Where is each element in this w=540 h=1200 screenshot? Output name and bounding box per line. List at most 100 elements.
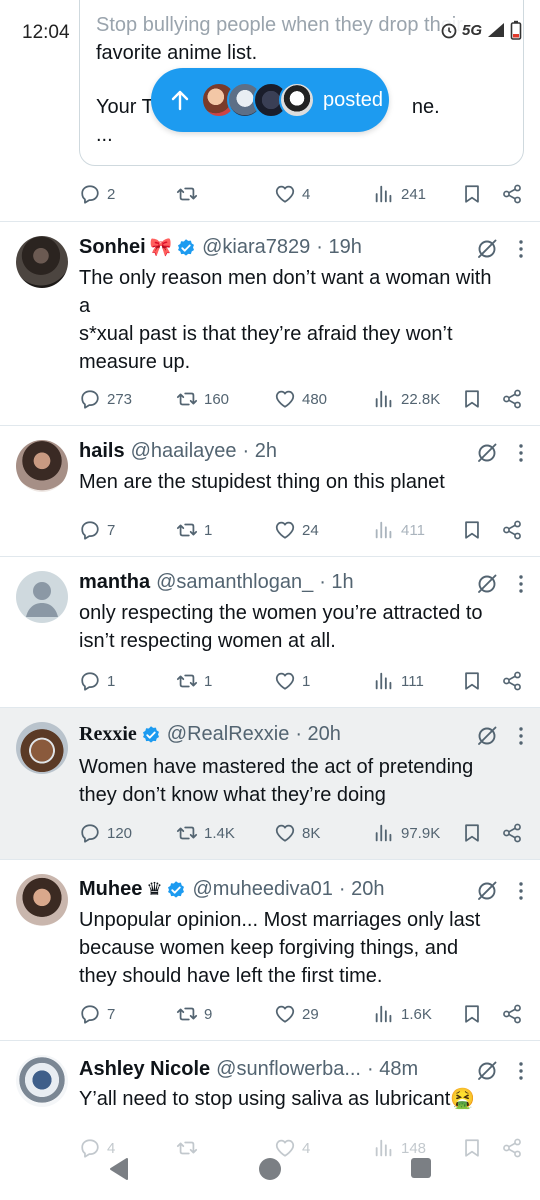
- home-icon[interactable]: [257, 1156, 283, 1182]
- avatar[interactable]: [16, 440, 68, 492]
- bookmark-button[interactable]: [461, 519, 501, 541]
- timestamp: · 48m: [367, 1058, 419, 1080]
- views-button[interactable]: 1.6K: [373, 1003, 461, 1025]
- bookmark-icon: [465, 672, 479, 690]
- more-icon[interactable]: [518, 443, 524, 463]
- grok-icon[interactable]: [476, 442, 498, 464]
- handle: @muheediva01: [192, 878, 333, 900]
- tweet[interactable]: Ashley Nicole @sunflowerba... · 48m Y’al…: [0, 1041, 540, 1138]
- views-button[interactable]: 111: [373, 670, 461, 692]
- like-button[interactable]: 480: [274, 388, 373, 410]
- more-icon[interactable]: [518, 574, 524, 594]
- reply-button[interactable]: 2: [79, 183, 176, 205]
- like-button[interactable]: 1: [274, 670, 373, 692]
- share-button[interactable]: [501, 388, 523, 410]
- avatar[interactable]: [16, 236, 68, 288]
- tweet-header: Sonhei 🎀 @kiara7829 · 19h: [79, 236, 362, 259]
- more-icon[interactable]: [518, 239, 524, 259]
- repost-icon: [176, 187, 198, 201]
- bookmark-button[interactable]: [461, 822, 501, 844]
- more-icon[interactable]: [518, 1061, 524, 1081]
- recents-icon[interactable]: [409, 1156, 433, 1180]
- repost-button[interactable]: 160: [176, 388, 274, 410]
- status-time: 12:04: [20, 22, 72, 44]
- verified-badge-icon: [178, 238, 195, 256]
- tweet-actions: 1 1 1 111: [79, 666, 524, 696]
- tweet-text: Unpopular opinion... Most marriages only…: [79, 909, 481, 987]
- tweet-menu: [476, 442, 524, 464]
- new-posts-pill[interactable]: posted: [151, 68, 389, 132]
- repost-button[interactable]: 9: [176, 1003, 274, 1025]
- share-button[interactable]: [501, 1003, 523, 1025]
- display-name[interactable]: Ashley Nicole: [79, 1058, 210, 1081]
- like-button[interactable]: 8K: [274, 822, 373, 844]
- share-icon: [503, 671, 521, 691]
- handle: @samanthlogan_: [156, 571, 314, 593]
- bookmark-button[interactable]: [461, 183, 501, 205]
- more-icon[interactable]: [518, 881, 524, 901]
- share-button[interactable]: [501, 183, 523, 205]
- bookmark-button[interactable]: [461, 388, 501, 410]
- heart-icon: [275, 390, 295, 408]
- reply-icon: [81, 390, 99, 409]
- reply-button[interactable]: 1: [79, 670, 176, 692]
- timestamp: · 2h: [242, 440, 277, 462]
- share-icon: [503, 389, 521, 409]
- grok-icon[interactable]: [476, 573, 498, 595]
- display-name[interactable]: Rexxie: [79, 723, 137, 746]
- more-icon[interactable]: [518, 726, 524, 746]
- repost-button[interactable]: [176, 183, 274, 205]
- display-name[interactable]: hails: [79, 440, 125, 463]
- heart-icon: [275, 672, 295, 690]
- tweet-menu: [476, 880, 524, 902]
- views-button[interactable]: 411: [373, 519, 461, 541]
- bookmark-button[interactable]: [461, 670, 501, 692]
- default-avatar-icon: [26, 582, 58, 617]
- bookmark-icon: [465, 824, 479, 842]
- tweet-actions: 120 1.4K 8K 97.9K: [79, 818, 524, 848]
- bookmark-icon: [465, 185, 479, 203]
- display-name[interactable]: Sonhei: [79, 236, 146, 259]
- repost-button[interactable]: 1.4K: [176, 822, 274, 844]
- grok-icon[interactable]: [476, 238, 498, 260]
- reply-icon: [81, 1005, 99, 1024]
- repost-button[interactable]: 1: [176, 670, 274, 692]
- avatar[interactable]: [16, 874, 68, 926]
- avatar[interactable]: [16, 1055, 68, 1107]
- share-button[interactable]: [501, 670, 523, 692]
- avatar[interactable]: [16, 571, 68, 623]
- tweet-header: Muhee ♛ @muheediva01 · 20h: [79, 878, 384, 901]
- tweet-header: hails @haailayee · 2h: [79, 440, 277, 463]
- grok-icon[interactable]: [476, 880, 498, 902]
- views-button[interactable]: 97.9K: [373, 822, 461, 844]
- like-button[interactable]: 4: [274, 183, 373, 205]
- reply-icon: [81, 672, 99, 691]
- grok-icon[interactable]: [476, 725, 498, 747]
- repost-icon: [176, 523, 198, 537]
- handle: @kiara7829: [202, 236, 311, 258]
- reply-button[interactable]: 7: [79, 1003, 176, 1025]
- views-icon: [375, 672, 392, 690]
- bookmark-button[interactable]: [461, 1003, 501, 1025]
- reply-button[interactable]: 273: [79, 388, 176, 410]
- views-icon: [375, 390, 392, 408]
- share-button[interactable]: [501, 519, 523, 541]
- display-name[interactable]: mantha: [79, 571, 150, 594]
- back-icon[interactable]: [106, 1156, 132, 1182]
- avatar[interactable]: [16, 722, 68, 774]
- repost-button[interactable]: 1: [176, 519, 274, 541]
- share-button[interactable]: [501, 822, 523, 844]
- repost-icon: [176, 392, 198, 406]
- views-button[interactable]: 241: [373, 183, 461, 205]
- like-button[interactable]: 29: [274, 1003, 373, 1025]
- like-button[interactable]: 24: [274, 519, 373, 541]
- display-name[interactable]: Muhee: [79, 878, 142, 901]
- views-button[interactable]: 22.8K: [373, 388, 461, 410]
- share-icon: [503, 520, 521, 540]
- handle: @haailayee: [130, 440, 237, 462]
- reply-button[interactable]: 7: [79, 519, 176, 541]
- signal-icon: [488, 23, 504, 37]
- reply-button[interactable]: 120: [79, 822, 176, 844]
- tweet-text: The only reason men don’t want a woman w…: [79, 267, 492, 373]
- grok-icon[interactable]: [476, 1060, 498, 1082]
